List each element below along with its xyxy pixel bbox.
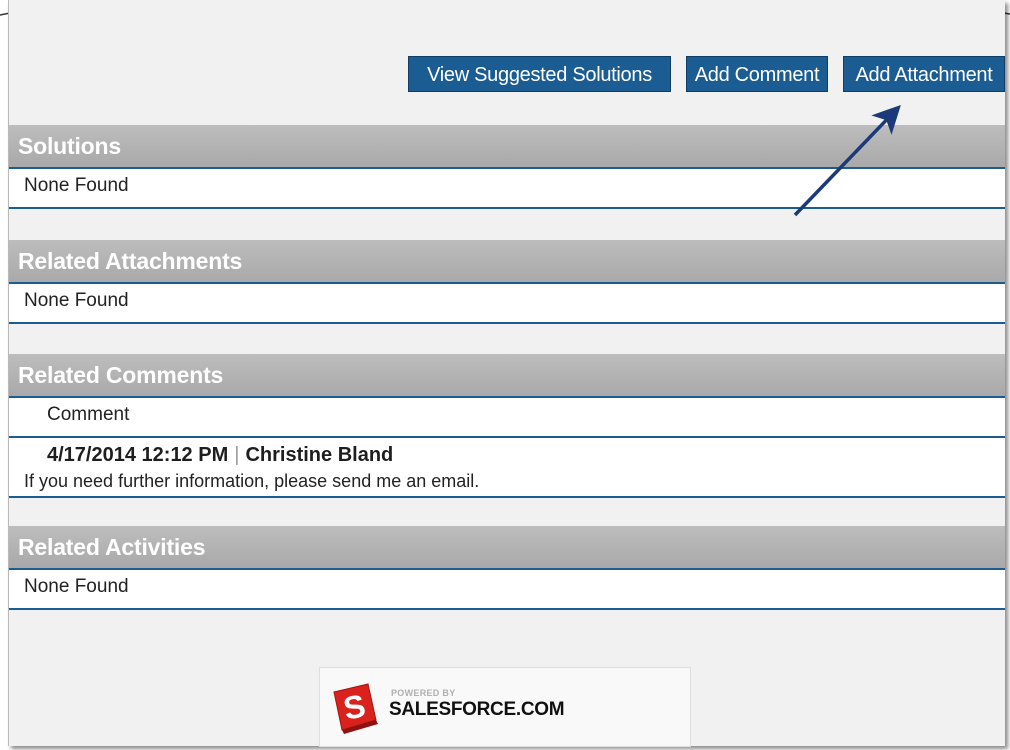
related-activities-list: None Found: [9, 570, 1005, 610]
comment-meta: 4/17/2014 12:12 PM | Christine Bland: [47, 444, 393, 467]
case-detail-page: View Suggested Solutions Add Comment Add…: [8, 0, 1005, 746]
related-activities-section-header: Related Activities: [9, 526, 1005, 570]
comment-column-header: Comment: [47, 404, 130, 425]
related-comments-section-header: Related Comments: [9, 354, 1005, 398]
activities-empty-text: None Found: [24, 576, 129, 597]
related-attachments-section-header: Related Attachments: [9, 240, 1005, 284]
powered-by-text: POWERED BY: [391, 688, 456, 698]
salesforce-logo-icon: S: [333, 683, 378, 734]
solutions-empty-text: None Found: [24, 175, 129, 196]
powered-by-salesforce-badge[interactable]: S POWERED BY SALESFORCE.COM: [319, 667, 691, 747]
salesforce-brand-text: SALESFORCE.COM: [389, 699, 565, 720]
solutions-list: None Found: [9, 169, 1005, 209]
view-suggested-solutions-button[interactable]: View Suggested Solutions: [408, 56, 671, 92]
add-comment-button[interactable]: Add Comment: [686, 56, 828, 92]
comment-row: 4/17/2014 12:12 PM | Christine Bland If yo…: [9, 438, 1005, 498]
comment-text: If you need further information, please …: [24, 471, 480, 491]
related-attachments-list: None Found: [9, 284, 1005, 324]
add-attachment-button[interactable]: Add Attachment: [843, 56, 1005, 92]
attachments-empty-text: None Found: [24, 290, 129, 311]
comments-column-header-row: Comment: [9, 398, 1005, 438]
comment-separator: |: [234, 444, 240, 466]
solutions-section-header: Solutions: [9, 125, 1005, 169]
comment-timestamp: 4/17/2014 12:12 PM: [47, 444, 229, 466]
comment-author: Christine Bland: [245, 444, 394, 466]
